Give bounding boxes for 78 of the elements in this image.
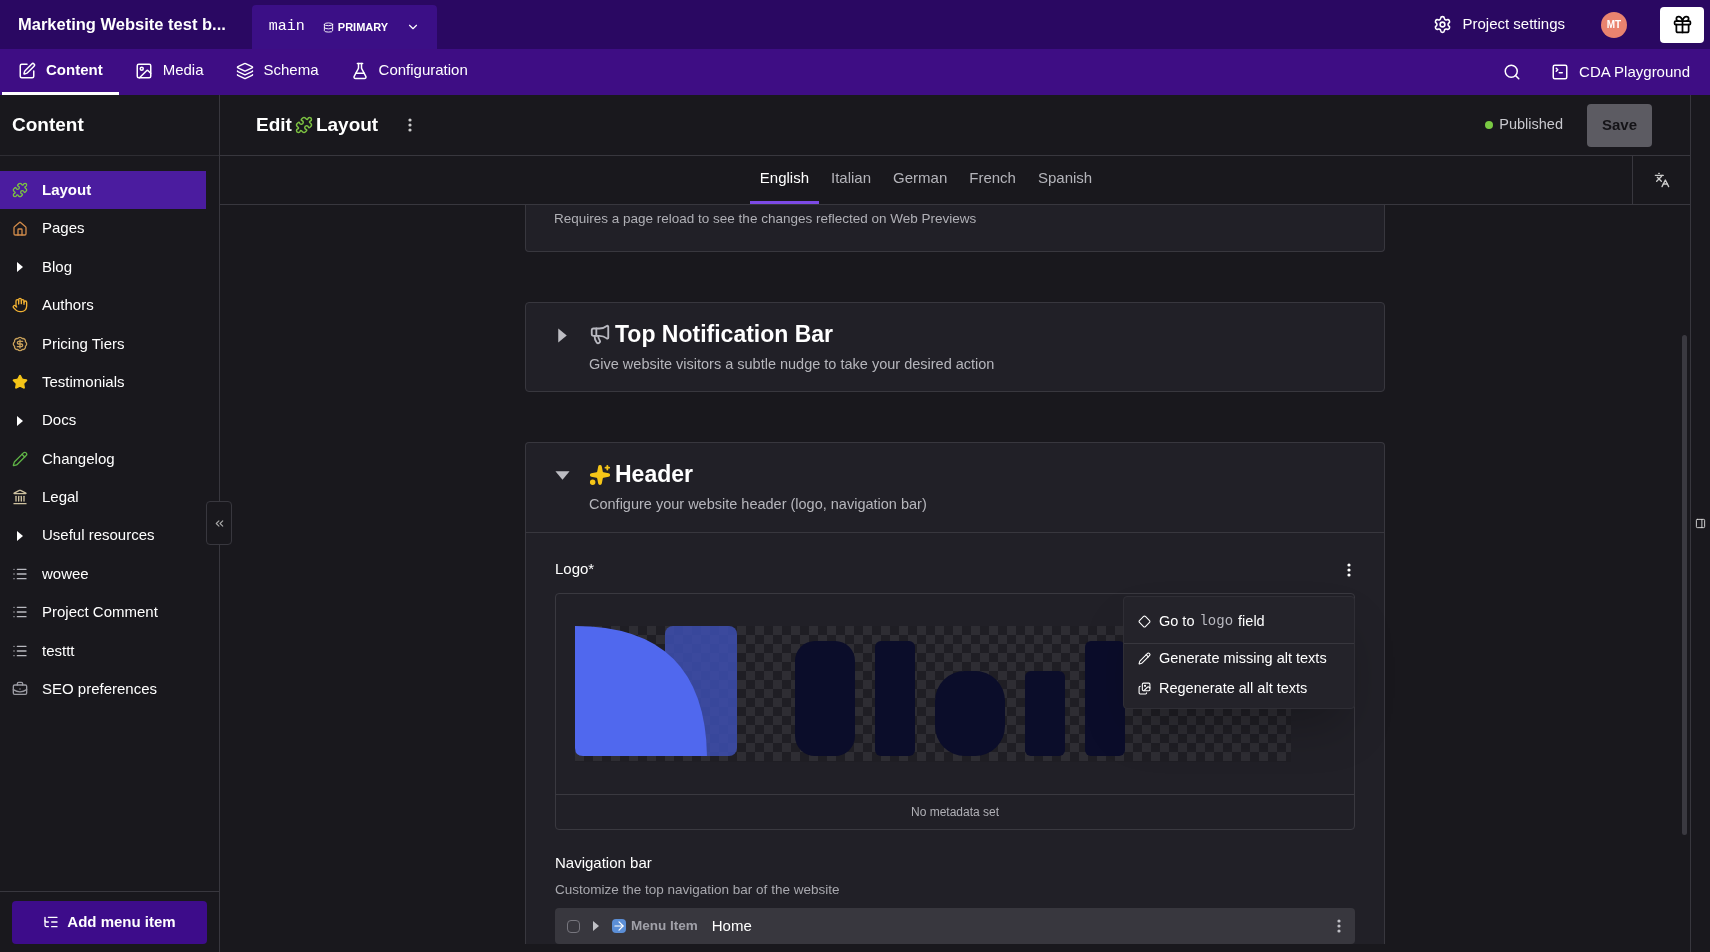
menu-item[interactable]: Go to logo field	[1124, 606, 1354, 637]
more-icon	[1347, 562, 1351, 577]
playground-button[interactable]: CDA Playground	[1551, 60, 1690, 84]
locale-tab[interactable]: Italian	[821, 156, 882, 204]
sidebar-item[interactable]: Testimonials	[0, 362, 206, 402]
locale-tab[interactable]: German	[883, 156, 958, 204]
flask-icon	[350, 61, 369, 80]
project-settings-button[interactable]: Project settings	[1433, 13, 1565, 36]
item-title: Home	[711, 916, 752, 936]
toolbox-icon	[12, 681, 28, 698]
money-bag-icon	[12, 335, 28, 352]
editor-title-prefix: Edit	[256, 112, 292, 137]
add-menu-item-button[interactable]: Add menu item	[12, 900, 207, 944]
nav-tab[interactable]: Schema	[219, 49, 335, 95]
status-text: Published	[1499, 115, 1563, 135]
sidebar-item[interactable]: Project Comment	[0, 593, 206, 632]
hand-icon	[12, 297, 28, 314]
puzzle-icon	[294, 116, 313, 134]
translate-icon[interactable]	[1653, 172, 1670, 188]
panel-icon[interactable]	[1695, 518, 1706, 529]
menu-item[interactable]: Generate missing alt texts	[1124, 643, 1354, 674]
bank-icon	[12, 489, 28, 506]
sidebar-title: Content	[12, 112, 84, 137]
more-icon	[408, 118, 413, 132]
locale-tab[interactable]: Spanish	[1027, 156, 1103, 204]
sidebar-item[interactable]: Docs	[0, 401, 206, 440]
sparkle-icon	[589, 463, 611, 486]
field-hint: Customize the top navigation bar of the website	[555, 881, 841, 899]
sidebar-item[interactable]: Layout	[0, 171, 206, 210]
section-description: Give website visitors a subtle nudge to take your desired action	[589, 354, 995, 374]
sidebar-item[interactable]: Useful resources	[0, 516, 206, 555]
nav-tab[interactable]: Media	[118, 49, 220, 95]
section-title: Header	[615, 460, 693, 490]
nav-tab[interactable]: Content	[2, 49, 119, 95]
field-label: Navigation bar	[555, 852, 653, 873]
pencil-icon	[1138, 652, 1151, 665]
gift-button[interactable]	[1660, 6, 1704, 43]
pencil-icon	[12, 450, 28, 467]
megaphone-icon	[589, 323, 611, 346]
sidebar-item[interactable]: Legal	[0, 478, 206, 517]
sidebar-item[interactable]: SEO preferences	[0, 670, 206, 709]
search-icon[interactable]	[1503, 63, 1522, 81]
sidebar-item[interactable]: Pages	[0, 209, 206, 248]
settings-icon	[1433, 15, 1453, 34]
image-icon	[1138, 682, 1151, 695]
section-title: Top Notification Bar	[615, 320, 834, 349]
sidebar-item[interactable]: testtt	[0, 631, 206, 671]
edit-icon	[18, 61, 36, 80]
project-name: Marketing Website test b...	[18, 14, 226, 36]
terminal-icon	[1551, 63, 1570, 81]
more-icon	[1337, 919, 1341, 934]
menu-item-row[interactable]: Menu Item Home	[555, 908, 1355, 945]
sidebar-item[interactable]: Pricing Tiers	[0, 324, 206, 363]
database-icon	[322, 21, 334, 33]
branch-selector[interactable]: main PRIMARY	[251, 5, 438, 49]
arrow-icon	[612, 919, 626, 934]
field-label: Logo*	[555, 559, 595, 580]
locale-tab[interactable]: French	[959, 156, 1026, 204]
gift-icon	[1671, 14, 1693, 35]
puzzle-icon	[12, 182, 28, 199]
item-type: Menu Item	[631, 917, 698, 936]
sidebar-item[interactable]: Blog	[0, 247, 206, 287]
notice-text: Requires a page reload to see the changes reflected on Web Previews	[554, 211, 977, 226]
row-checkbox[interactable]	[567, 919, 580, 933]
nav-tab[interactable]: Configuration	[334, 49, 484, 95]
list-tree-icon	[43, 914, 60, 930]
sidebar-item[interactable]: Changelog	[0, 439, 206, 479]
metadata-text: No metadata set	[910, 803, 1000, 821]
image-icon	[134, 61, 153, 80]
editor-title: Layout	[315, 112, 379, 137]
layers-icon	[235, 61, 254, 80]
sidebar-item[interactable]: Authors	[0, 286, 206, 325]
diamond-icon	[1138, 615, 1151, 628]
section-description: Configure your website header (logo, navigation bar)	[589, 494, 927, 514]
menu-item[interactable]: Regenerate all alt texts	[1124, 673, 1354, 704]
sidebar-item[interactable]: wowee	[0, 554, 206, 594]
star-icon	[12, 374, 28, 391]
house-icon	[12, 220, 28, 237]
